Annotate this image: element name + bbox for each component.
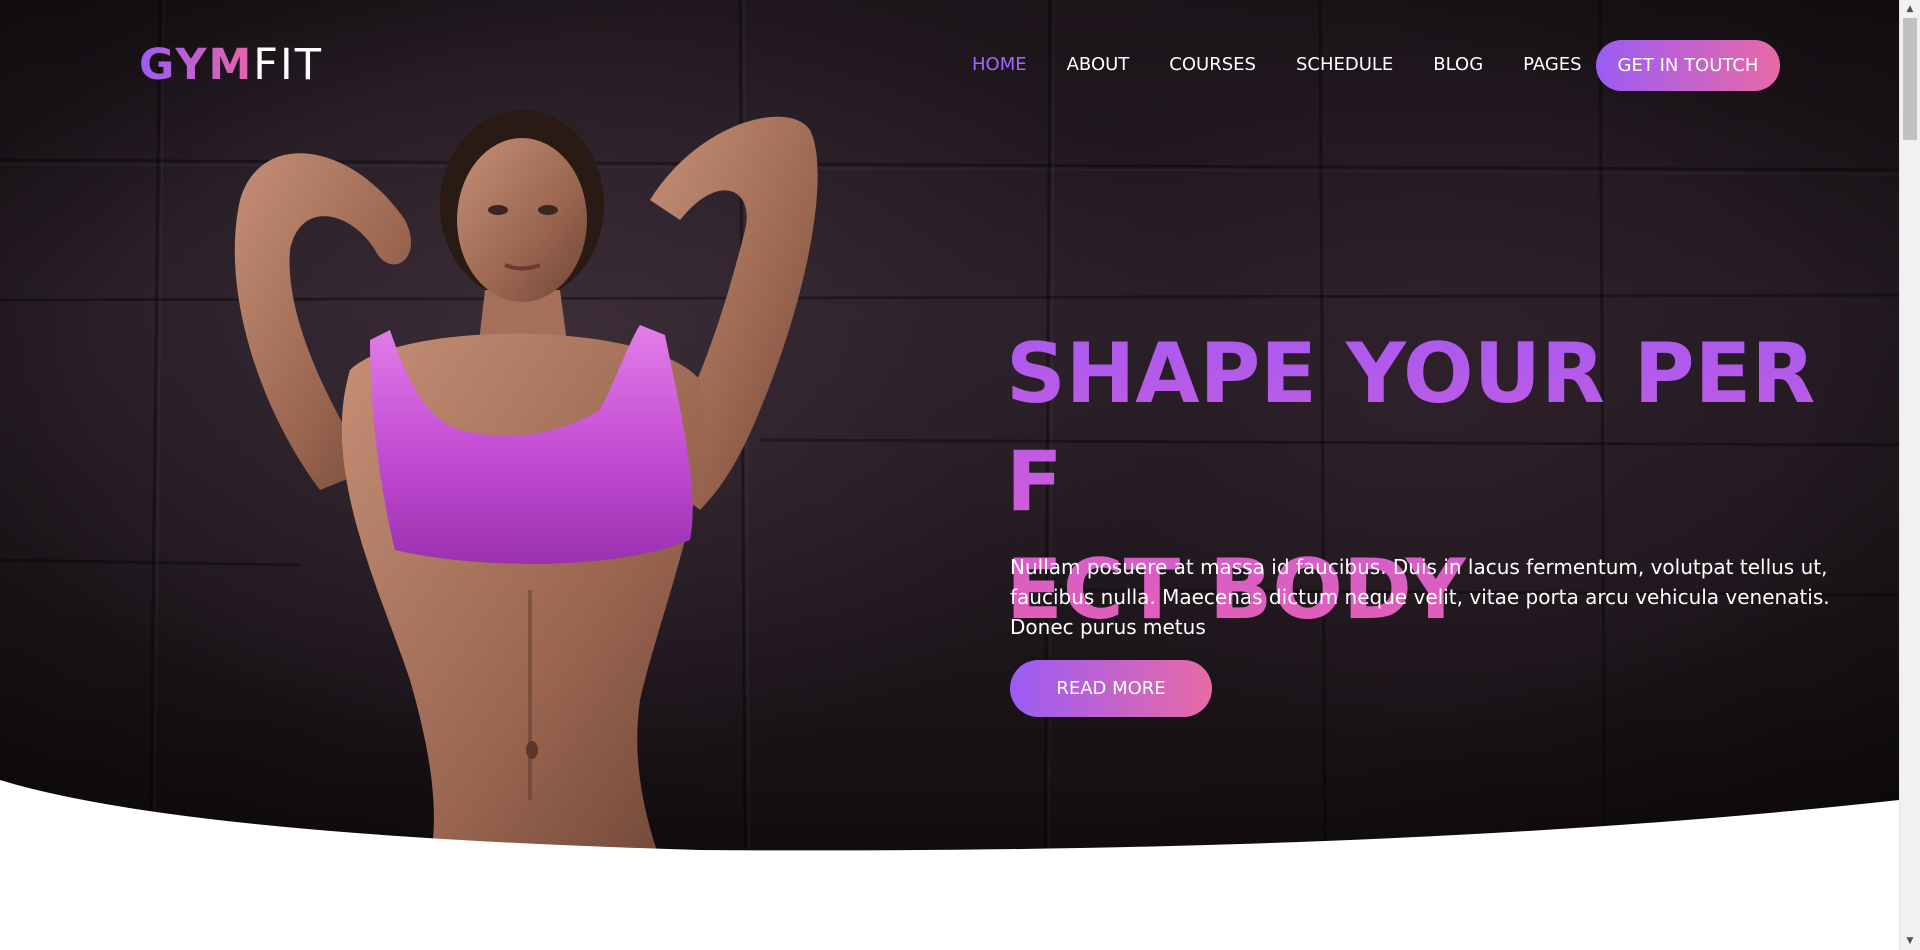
scroll-up-arrow-icon[interactable]: ▲ xyxy=(1900,0,1920,18)
site-logo[interactable]: GYMFIT xyxy=(139,40,323,90)
logo-text-gym: GYM xyxy=(139,40,254,90)
hero-description: Nullam posuere at massa id faucibus. Dui… xyxy=(1010,555,1830,639)
main-nav: HOME ABOUT COURSES SCHEDULE BLOG PAGES xyxy=(972,52,1622,78)
scrollbar-thumb[interactable] xyxy=(1903,18,1917,140)
nav-item-courses[interactable]: COURSES xyxy=(1169,52,1256,78)
get-in-touch-button[interactable]: GET IN TOUTCH xyxy=(1596,40,1780,91)
nav-item-schedule[interactable]: SCHEDULE xyxy=(1296,52,1393,78)
nav-item-blog[interactable]: BLOG xyxy=(1433,52,1483,78)
hero-headline-line1: SHAPE YOUR PERF xyxy=(1006,325,1816,530)
nav-item-home[interactable]: HOME xyxy=(972,52,1027,78)
hero-section: GYMFIT HOME ABOUT COURSES SCHEDULE BLOG … xyxy=(0,0,1899,860)
page-scrollbar[interactable]: ▲ ▼ xyxy=(1899,0,1920,950)
nav-item-about[interactable]: ABOUT xyxy=(1067,52,1130,78)
scroll-down-arrow-icon[interactable]: ▼ xyxy=(1900,932,1920,950)
read-more-button[interactable]: READ MORE xyxy=(1010,660,1212,717)
logo-text-fit: FIT xyxy=(253,40,323,90)
page-viewport: GYMFIT HOME ABOUT COURSES SCHEDULE BLOG … xyxy=(0,0,1920,950)
nav-item-pages[interactable]: PAGES xyxy=(1523,52,1581,78)
